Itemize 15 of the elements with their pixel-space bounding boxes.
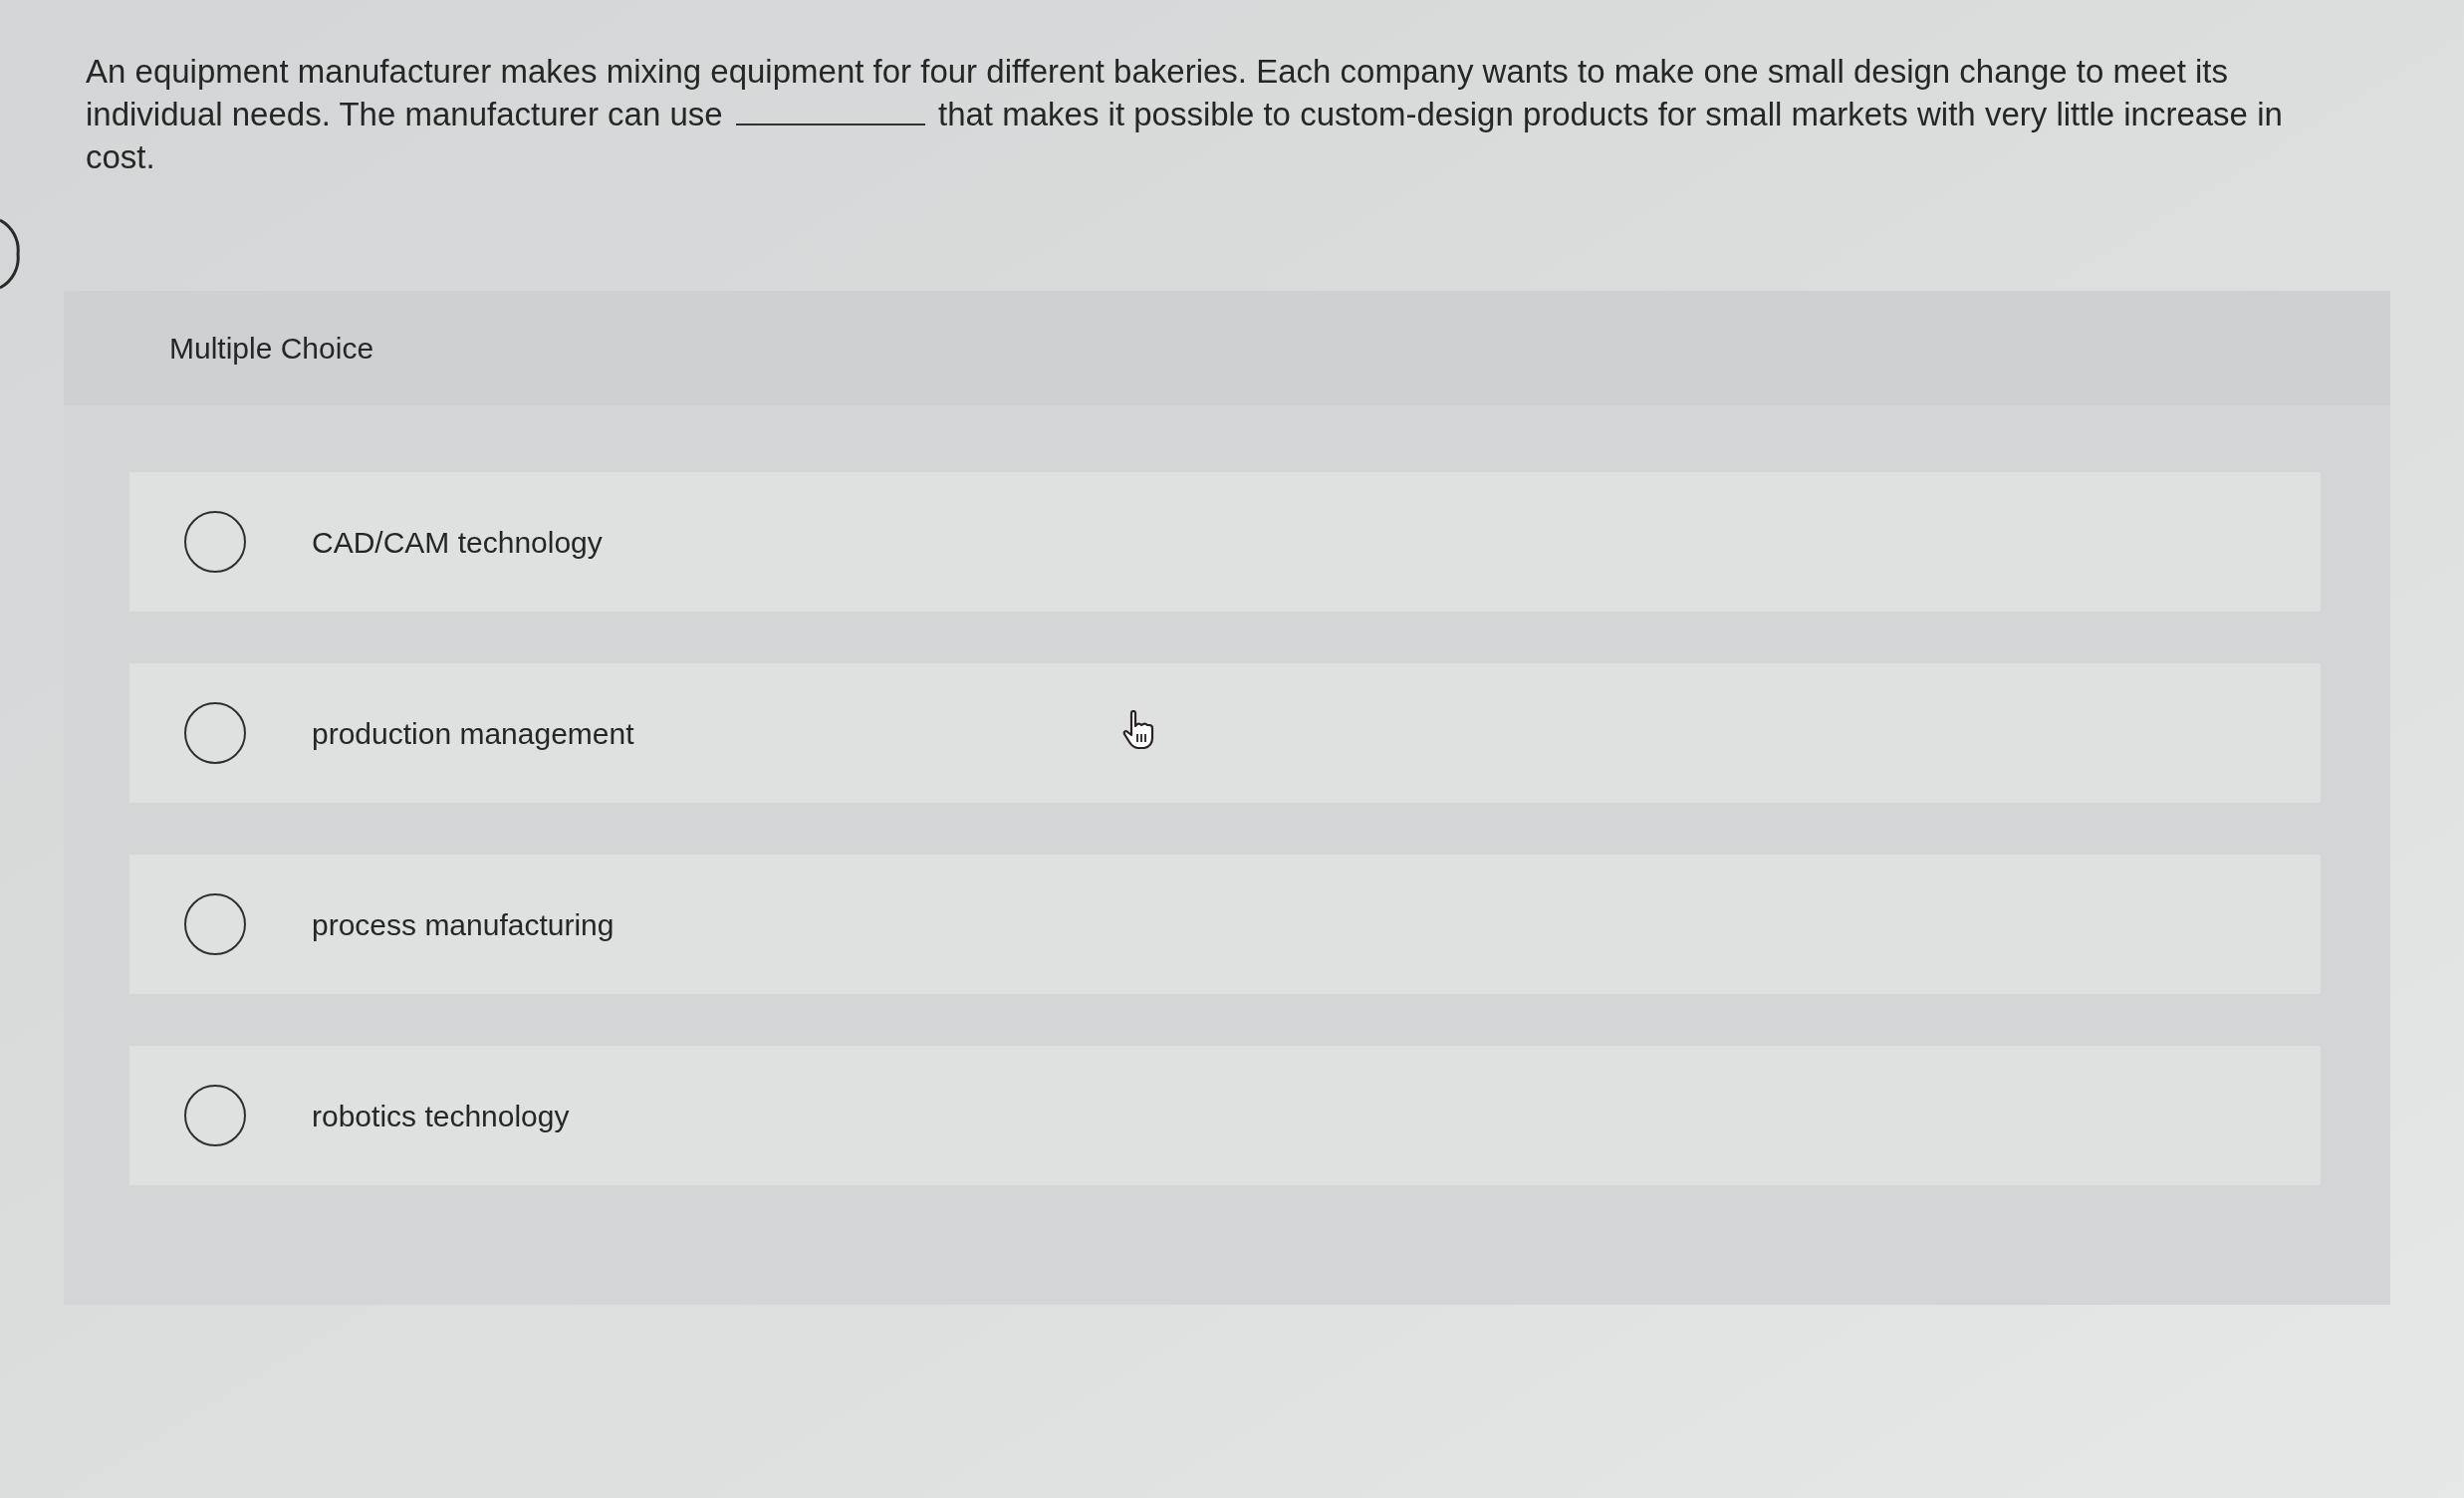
hand-cursor-icon <box>1122 710 1156 750</box>
answer-option[interactable]: production management <box>129 663 2321 803</box>
answer-option[interactable]: CAD/CAM technology <box>129 472 2321 612</box>
radio-button[interactable] <box>184 1085 246 1146</box>
option-label: production management <box>312 715 634 752</box>
answer-option[interactable]: process manufacturing <box>129 855 2321 994</box>
answer-option[interactable]: robotics technology <box>129 1046 2321 1185</box>
radio-button[interactable] <box>184 702 246 764</box>
radio-button[interactable] <box>184 893 246 955</box>
option-label: CAD/CAM technology <box>312 524 603 561</box>
option-label: process manufacturing <box>312 906 615 943</box>
radio-button[interactable] <box>184 511 246 573</box>
question-text: An equipment manufacturer makes mixing equipment for four different bakeries. Each company wants to make one small design change to meet its individual needs. The manufacturer can use that makes it possible to custom-design products for small markets with very little increase in cost. <box>86 52 2284 177</box>
option-label: robotics technology <box>312 1098 570 1134</box>
panel-title: Multiple Choice <box>169 331 374 367</box>
